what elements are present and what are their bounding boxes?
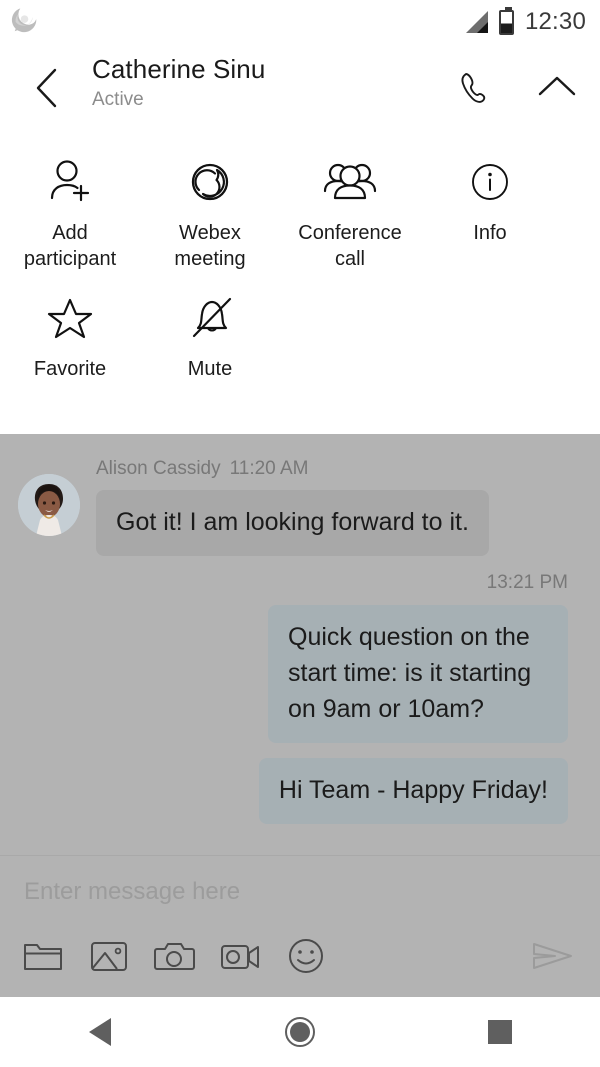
android-home-icon: [285, 1017, 315, 1047]
action-label: Favorite: [34, 356, 106, 382]
action-label-line1: Favorite: [33, 358, 107, 380]
video-camera-icon: [221, 945, 259, 969]
avatar[interactable]: [18, 474, 80, 536]
action-favorite[interactable]: Favorite: [0, 290, 140, 382]
presence-status: Active: [92, 89, 144, 110]
action-conference-call[interactable]: Conference call: [280, 154, 420, 272]
chevron-left-icon: [36, 68, 57, 108]
battery-half-icon: [498, 6, 514, 35]
conversation-header: Catherine Sinu Active: [0, 44, 600, 130]
status-bar-clock: 12:30: [524, 8, 586, 35]
back-button[interactable]: [24, 62, 70, 114]
quick-actions-row-1: Add participant Webex meeting Conference…: [0, 130, 600, 272]
webex-teams-notification-icon: [10, 5, 40, 40]
message-bubble-outgoing[interactable]: Quick question on the start time: is it …: [268, 605, 568, 743]
action-label-line2: participant: [23, 248, 117, 270]
android-home-button[interactable]: [200, 1017, 400, 1047]
status-bar-left: [0, 5, 40, 40]
action-label: Info: [473, 220, 506, 246]
messages-outgoing: 13:21 PM Quick question on the start tim…: [0, 556, 600, 824]
phone-icon: [461, 73, 486, 103]
star-icon: [44, 290, 96, 342]
message-time: 11:20 AM: [229, 458, 309, 479]
action-label-line1: Mute: [187, 358, 233, 380]
action-label-line2: call: [334, 248, 365, 270]
cellular-signal-icon: [465, 11, 488, 33]
message-input[interactable]: Enter message here: [0, 856, 600, 908]
message-incoming: Alison Cassidy 11:20 AM Got it! I am look…: [0, 434, 600, 556]
action-label: Webex meeting: [174, 220, 245, 272]
attach-image-button[interactable]: [88, 933, 154, 979]
message-incoming-body: Alison Cassidy 11:20 AM Got it! I am look…: [96, 456, 489, 556]
contact-name: Catherine Sinu: [92, 54, 266, 84]
action-webex-meeting[interactable]: Webex meeting: [140, 154, 280, 272]
collapse-panel-button[interactable]: [532, 62, 582, 114]
status-bar-right: 12:30: [465, 6, 600, 36]
message-bubble-outgoing[interactable]: Hi Team - Happy Friday!: [258, 758, 568, 824]
conference-call-icon: [319, 154, 381, 206]
action-label-line1: Conference: [298, 222, 402, 244]
action-label-line1: Info: [473, 222, 507, 244]
action-add-participant[interactable]: Add participant: [0, 154, 140, 272]
call-button[interactable]: [450, 62, 500, 114]
android-navigation-bar: [0, 997, 600, 1067]
bell-mute-icon: [184, 290, 236, 342]
message-list[interactable]: Alison Cassidy 11:20 AM Got it! I am look…: [0, 434, 600, 855]
image-icon: [91, 942, 127, 971]
action-mute[interactable]: Mute: [140, 290, 280, 382]
chat-screen: 12:30 Catherine Sinu Active Add particip…: [0, 0, 600, 1067]
chevron-up-icon: [538, 76, 576, 96]
smiley-icon: [289, 939, 323, 973]
status-bar: 12:30: [0, 0, 600, 44]
android-back-icon: [89, 1018, 111, 1046]
message-bubble-incoming[interactable]: Got it! I am looking forward to it.: [96, 490, 489, 556]
attach-file-button[interactable]: [22, 933, 88, 979]
action-label-line1: Add: [52, 222, 88, 244]
action-info[interactable]: Info: [420, 154, 560, 272]
quick-actions-row-2: Favorite Mute: [0, 272, 600, 382]
action-label-line1: Webex: [179, 222, 241, 244]
message-meta: Alison Cassidy 11:20 AM: [96, 456, 489, 482]
action-label: Add participant: [24, 220, 116, 272]
android-recents-icon: [488, 1020, 512, 1044]
action-label: Conference call: [298, 220, 401, 272]
message-composer: Enter message here: [0, 855, 600, 997]
composer-toolbar: [0, 933, 600, 979]
camera-button[interactable]: [154, 933, 220, 979]
webex-meeting-icon: [185, 154, 235, 206]
android-recents-button[interactable]: [400, 1020, 600, 1044]
camera-icon: [154, 943, 195, 970]
info-icon: [467, 154, 513, 206]
emoji-button[interactable]: [286, 933, 352, 979]
action-label: Mute: [188, 356, 232, 382]
action-label-line2: meeting: [174, 248, 246, 270]
message-sender: Alison Cassidy: [96, 458, 221, 479]
android-back-button[interactable]: [0, 1018, 200, 1046]
send-icon: [533, 943, 572, 969]
message-time-outgoing: 13:21 PM: [486, 572, 568, 593]
header-titles: Catherine Sinu Active: [92, 52, 265, 113]
header-actions: [450, 62, 582, 114]
quick-actions-panel: Add participant Webex meeting Conference…: [0, 130, 600, 434]
folder-icon: [24, 944, 62, 970]
send-button[interactable]: [526, 933, 578, 979]
add-participant-icon: [43, 154, 97, 206]
video-button[interactable]: [220, 933, 286, 979]
